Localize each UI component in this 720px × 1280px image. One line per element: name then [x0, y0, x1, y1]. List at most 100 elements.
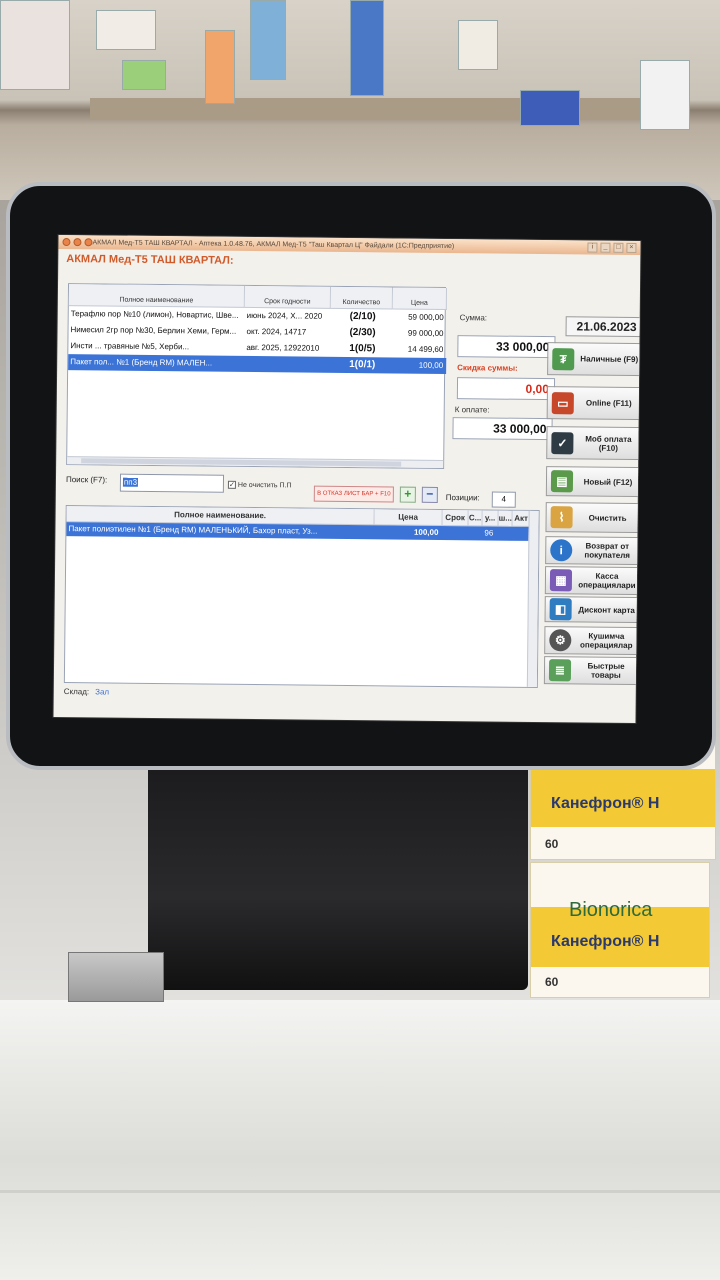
titlebar-buttons: i _ □ ×: [587, 242, 637, 254]
stand-clip: [68, 952, 164, 1002]
count-label: 60: [545, 975, 559, 989]
table-row-selected[interactable]: Пакет пол... №1 (Бренд RM) МАЛЕН... 1(0/…: [68, 354, 447, 375]
cell-stock: 96: [484, 528, 494, 538]
info-icon: i: [550, 539, 573, 562]
horizontal-scrollbar[interactable]: [67, 456, 444, 469]
cell-quantity: (2/10): [349, 311, 376, 323]
medicine-box: [250, 0, 286, 80]
pharmacy-shelf: [0, 0, 720, 200]
positions-value: 4: [491, 491, 516, 508]
column-header-name[interactable]: Полное наименование: [68, 284, 246, 308]
search-label: Поиск (F7):: [65, 475, 108, 485]
medicine-box: [96, 10, 156, 50]
sum-label: Сумма:: [459, 313, 488, 323]
button-label: Быстрые товары: [587, 661, 625, 680]
column-header-expiry[interactable]: Срок: [442, 510, 469, 527]
medicine-box: [520, 90, 580, 126]
cell-quantity: 1(0/1): [349, 359, 376, 371]
other-operations-button[interactable]: ⚙ Кушимча операциялар: [544, 626, 641, 656]
positions-label: Позиции:: [445, 493, 480, 503]
info-icon[interactable]: i: [587, 242, 598, 253]
pos-screen: АКМАЛ Мед-Т5 ТАШ КВАРТАЛ - Аптека 1.0.48…: [53, 234, 641, 724]
column-header-u[interactable]: у...: [482, 510, 499, 527]
window-back-icon[interactable]: [73, 238, 82, 247]
app-title: АКМАЛ Мед-Т5 ТАШ КВАРТАЛ:: [66, 253, 234, 267]
discount-value[interactable]: 0,00: [456, 377, 556, 401]
column-header-c[interactable]: С...: [468, 510, 483, 527]
button-label: Online (F11): [585, 398, 632, 408]
window-menu-icon[interactable]: [62, 238, 71, 247]
checkbox-mark[interactable]: ✓: [227, 480, 236, 489]
counter-surface: [0, 1000, 720, 1280]
button-label: Дисконт карта: [578, 604, 635, 615]
cell-price: 14 499,60: [407, 344, 444, 355]
discount-card-button[interactable]: ◧ Дисконт карта: [544, 596, 641, 624]
medicine-box: [205, 30, 235, 104]
brand-label: Bionorica: [569, 899, 653, 921]
cell-price: 100,00: [418, 360, 444, 371]
column-header-quantity[interactable]: Количество: [330, 286, 394, 310]
warehouse-value: Зал: [95, 687, 110, 697]
column-header-sh[interactable]: ш...: [498, 510, 513, 527]
cell-price: 59 000,00: [408, 312, 444, 323]
button-label: Возврат от покупателя: [584, 541, 631, 560]
shelf-board: [90, 98, 690, 120]
cell-quantity: (2/30): [349, 327, 376, 339]
add-item-button[interactable]: +: [399, 486, 416, 503]
scrollbar-thumb[interactable]: [81, 458, 402, 467]
broom-icon: ⌇: [550, 506, 573, 529]
window-forward-icon[interactable]: [84, 238, 93, 247]
cash-operations-icon: ▦: [549, 569, 573, 592]
column-header-price[interactable]: Цена: [392, 287, 448, 311]
window-title: АКМАЛ Мед-Т5 ТАШ КВАРТАЛ - Аптека 1.0.48…: [92, 238, 455, 250]
medicine-box: [640, 60, 690, 130]
checkbox-label: Не очистить П.П: [237, 481, 292, 489]
medicine-box: [0, 0, 70, 90]
card-icon: ▭: [551, 391, 574, 414]
column-header-price[interactable]: Цена: [374, 509, 443, 527]
refusal-list-button[interactable]: В ОТКАЗ ЛИСТ БАР + F10: [313, 485, 394, 503]
quick-goods-icon: ≣: [548, 659, 572, 682]
online-payment-button[interactable]: ▭ Online (F11): [546, 386, 641, 421]
cell-name: Пакет пол... №1 (Бренд RM) МАЛЕН...: [70, 357, 213, 368]
clear-button[interactable]: ⌇ Очистить: [545, 502, 641, 534]
gear-icon: ⚙: [549, 629, 572, 652]
no-clear-checkbox[interactable]: ✓ Не очистить П.П: [227, 480, 292, 490]
new-receipt-button[interactable]: ▤ Новый (F12): [545, 466, 641, 498]
cell-name: Пакет полиэтилен №1 (Бренд RM) МАЛЕНЬКИЙ…: [68, 524, 318, 536]
quick-goods-button[interactable]: ≣ Быстрые товары: [543, 656, 641, 686]
cash-payment-button[interactable]: ₮ Наличные (F9): [547, 342, 641, 377]
maximize-icon[interactable]: □: [613, 242, 624, 253]
cart-table[interactable]: Полное наименование Срок годности Количе…: [66, 283, 448, 470]
pos-terminal-stand: [148, 760, 528, 990]
button-label: Моб оплата (F10): [585, 433, 632, 453]
product-label: Канефрон® Н: [551, 933, 660, 950]
medicine-box: [122, 60, 166, 90]
cash-operations-button[interactable]: ▦ Касса операциялари: [544, 566, 641, 596]
cash-icon: ₮: [552, 347, 575, 370]
search-results-table[interactable]: Полное наименование. Цена Срок С... у...…: [63, 505, 540, 689]
button-label: Очистить: [588, 513, 627, 523]
counter-edge: [0, 1190, 720, 1193]
cash-register-icon: ▤: [550, 470, 574, 493]
cell-expiry: окт. 2024, 14717: [246, 326, 307, 337]
product-label: Канефрон® Н: [551, 795, 660, 812]
vertical-scrollbar[interactable]: [526, 510, 539, 687]
mobile-payment-button[interactable]: ✓ Моб оплата (F10): [546, 426, 641, 461]
cell-price: 99 000,00: [407, 328, 444, 339]
cell-name: Нимесил 2гр пор №30, Берлин Хеми, Герм..…: [70, 325, 237, 336]
sum-value: 33 000,00: [457, 335, 556, 359]
search-input[interactable]: пп3: [119, 473, 225, 493]
discount-card-icon: ◧: [549, 598, 572, 621]
return-button[interactable]: i Возврат от покупателя: [545, 536, 641, 566]
search-value: пп3: [122, 477, 139, 487]
minimize-icon[interactable]: _: [600, 242, 611, 253]
close-icon[interactable]: ×: [626, 242, 637, 254]
remove-item-button[interactable]: −: [421, 486, 438, 503]
warehouse-indicator: Склад: Зал: [64, 687, 109, 696]
phone-icon: ✓: [551, 431, 574, 454]
medicine-box-kanefron: Bionorica Канефрон® Н 60: [530, 862, 710, 998]
medicine-box: [458, 20, 498, 70]
column-header-expiry[interactable]: Срок годности: [244, 285, 332, 309]
button-label: Кушимча операциялар: [580, 631, 633, 650]
